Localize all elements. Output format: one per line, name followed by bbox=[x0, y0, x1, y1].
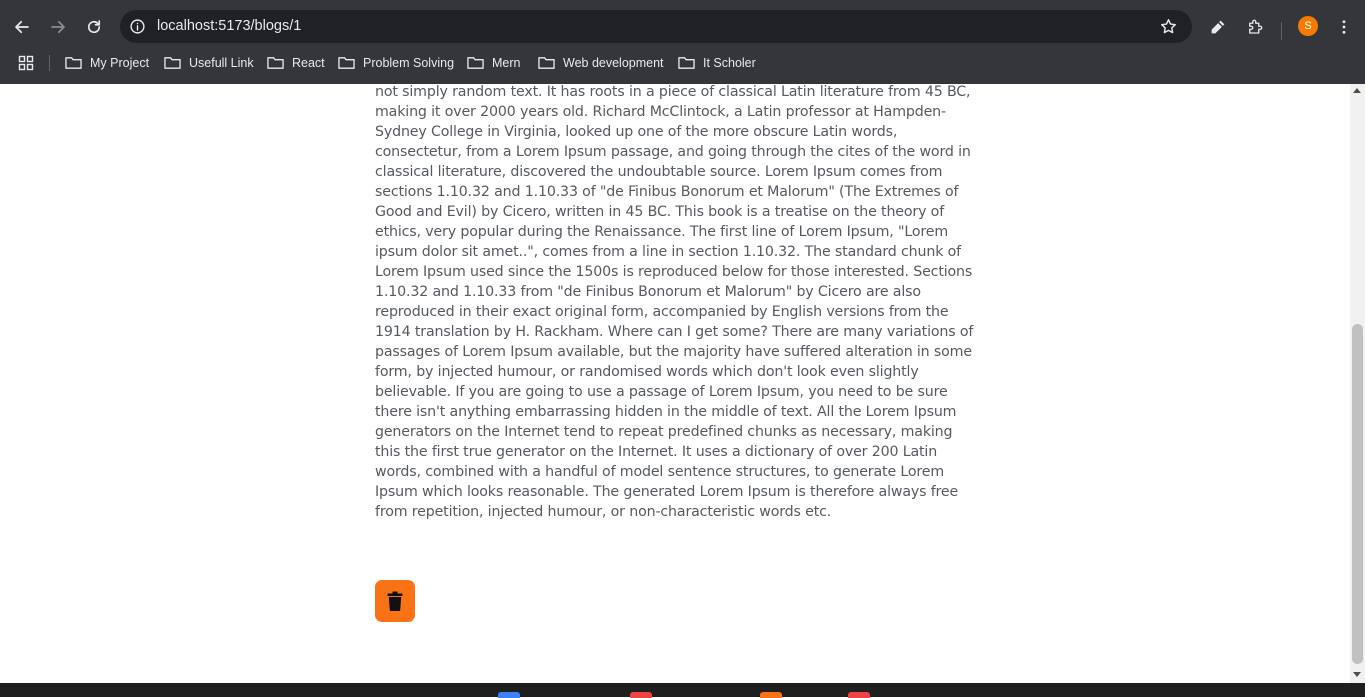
forward-icon bbox=[51, 20, 65, 34]
browser-chrome: localhost:5173/blogs/1 S My Project Usef… bbox=[0, 0, 1365, 84]
reload-button[interactable] bbox=[79, 12, 109, 42]
page-viewport: not simply random text. It has roots in … bbox=[0, 84, 1350, 683]
taskbar-app-icon[interactable] bbox=[630, 692, 652, 698]
extensions-button[interactable] bbox=[1240, 12, 1270, 42]
blog-body-text: not simply random text. It has roots in … bbox=[375, 84, 974, 520]
url-text[interactable]: localhost:5173/blogs/1 bbox=[157, 18, 301, 34]
menu-icon bbox=[1342, 20, 1346, 34]
bookmark-label: Mern bbox=[492, 56, 521, 70]
extensions-icon bbox=[1249, 19, 1263, 34]
apps-icon[interactable] bbox=[18, 55, 34, 71]
scroll-thumb[interactable] bbox=[1352, 324, 1363, 664]
site-info-icon[interactable] bbox=[129, 18, 146, 35]
bookmark-star-icon[interactable] bbox=[1159, 17, 1178, 36]
bookmark-usefull-link[interactable]: Usefull Link bbox=[164, 53, 254, 73]
taskbar-app-icon[interactable] bbox=[760, 692, 782, 698]
browser-toolbar: localhost:5173/blogs/1 S bbox=[0, 8, 1365, 46]
taskbar-app-icon[interactable] bbox=[498, 692, 520, 698]
back-button[interactable] bbox=[7, 12, 37, 42]
back-icon bbox=[15, 20, 29, 34]
toolbar-separator bbox=[1281, 22, 1282, 40]
pen-icon bbox=[1211, 20, 1225, 34]
folder-icon bbox=[538, 57, 555, 69]
address-bar[interactable]: localhost:5173/blogs/1 bbox=[120, 10, 1192, 43]
reload-icon bbox=[87, 20, 101, 34]
folder-icon bbox=[467, 57, 484, 69]
bookmark-label: Web development bbox=[563, 56, 664, 70]
bookmark-problem-solving[interactable]: Problem Solving bbox=[338, 53, 454, 73]
bookmark-label: Problem Solving bbox=[363, 56, 455, 70]
browser-menu-button[interactable] bbox=[1334, 12, 1354, 42]
folder-icon bbox=[678, 57, 695, 69]
folder-icon bbox=[338, 57, 355, 69]
page-scrollbar[interactable] bbox=[1350, 84, 1365, 683]
bookmark-mern[interactable]: Mern bbox=[467, 53, 520, 73]
taskbar-app-icon[interactable] bbox=[848, 692, 870, 698]
delete-blog-button[interactable] bbox=[375, 580, 415, 622]
folder-icon bbox=[267, 57, 284, 69]
bookmark-web-development[interactable]: Web development bbox=[538, 53, 664, 73]
bookmarks-separator bbox=[49, 55, 50, 71]
bookmark-react[interactable]: React bbox=[267, 53, 325, 73]
bookmark-label: It Scholer bbox=[703, 56, 756, 70]
trash-icon bbox=[387, 591, 403, 611]
bookmarks-bar: My Project Usefull Link React Problem So… bbox=[0, 50, 1365, 76]
folder-icon bbox=[164, 57, 181, 69]
bookmark-label: React bbox=[292, 56, 325, 70]
scroll-down-arrow[interactable] bbox=[1353, 672, 1361, 677]
profile-avatar[interactable]: S bbox=[1298, 16, 1318, 36]
bookmark-label: My Project bbox=[90, 56, 150, 70]
os-taskbar bbox=[0, 683, 1365, 698]
bookmark-it-scholer[interactable]: It Scholer bbox=[678, 53, 756, 73]
folder-icon bbox=[65, 57, 82, 69]
pen-button[interactable] bbox=[1203, 12, 1233, 42]
forward-button[interactable] bbox=[43, 12, 73, 42]
bookmark-my-project[interactable]: My Project bbox=[65, 53, 149, 73]
bookmark-label: Usefull Link bbox=[189, 56, 254, 70]
scroll-up-arrow[interactable] bbox=[1353, 88, 1361, 93]
